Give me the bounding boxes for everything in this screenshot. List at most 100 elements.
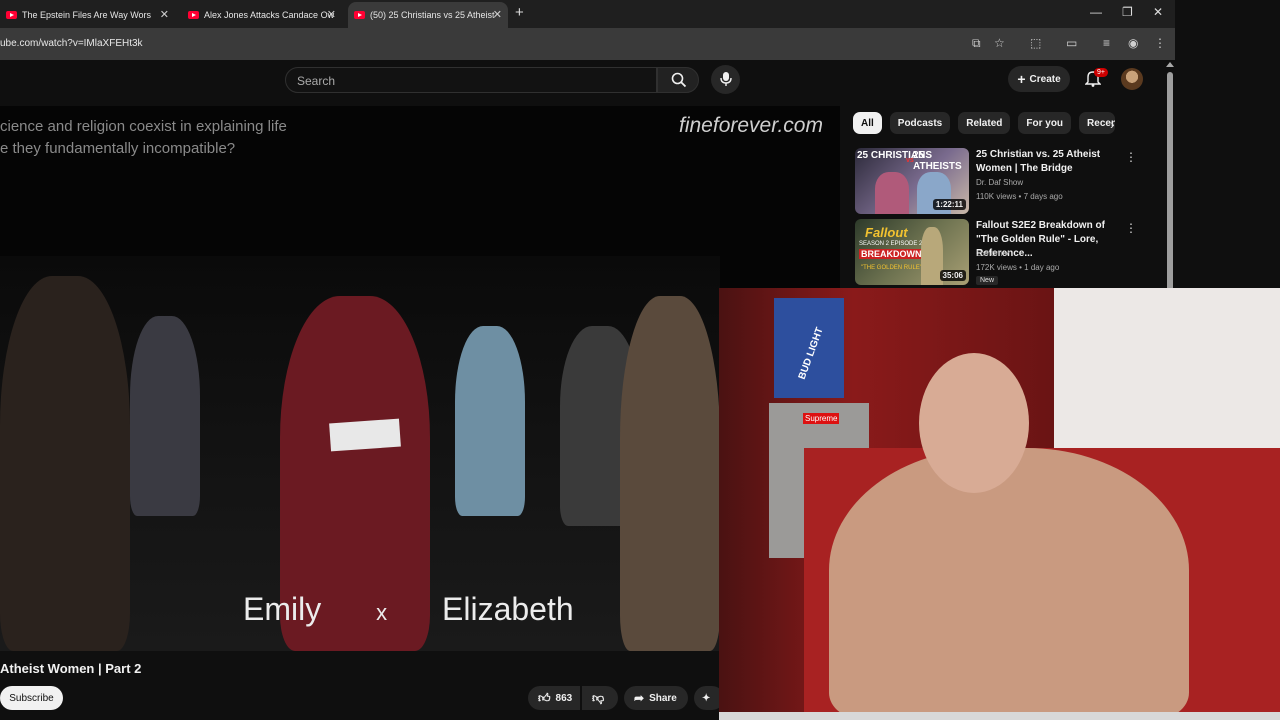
search-placeholder: Search xyxy=(297,74,336,88)
like-count: 863 xyxy=(555,692,573,704)
channel-name-text: Oxhorn xyxy=(976,249,1003,258)
thumbs-down-icon: 👎︎ xyxy=(592,690,605,705)
recommendation-item[interactable]: 25 CHRISTIANS vs 25 ATHEISTS 1:22:11 25 … xyxy=(855,148,1160,216)
tab-title: (50) 25 Christians vs 25 Atheist xyxy=(370,10,495,20)
profile-icon[interactable]: ◉ xyxy=(1128,36,1138,50)
bookmark-star-icon[interactable]: ☆ xyxy=(994,36,1005,50)
video-duration: 1:22:11 xyxy=(932,199,966,210)
tab-title: Alex Jones Attacks Candace Ow xyxy=(204,10,335,20)
account-avatar[interactable] xyxy=(1121,68,1143,90)
address-bar[interactable]: ube.com/watch?v=IMlaXFEHt3k ⧉ ☆ ⬚ ▭ ≡ ◉ … xyxy=(0,28,1175,60)
scene-person xyxy=(620,296,720,651)
fridge-sticker: Supreme xyxy=(803,413,840,424)
channel-name[interactable]: Dr. Daf Show xyxy=(976,178,1023,187)
create-button[interactable]: + Create xyxy=(1008,66,1070,92)
scene-person xyxy=(455,326,525,516)
chevron-right-icon[interactable]: › xyxy=(1110,116,1115,132)
share-arrow-icon: ➦ xyxy=(634,691,645,705)
name-right: Elizabeth xyxy=(442,591,574,627)
browser-tab[interactable]: The Epstein Files Are Way Wors ✕ xyxy=(0,2,175,28)
scroll-up-arrow-icon[interactable] xyxy=(1166,62,1174,67)
tab-close-icon[interactable]: ✕ xyxy=(327,8,336,21)
plus-icon: + xyxy=(1017,71,1026,87)
person-head xyxy=(919,353,1029,493)
browser-tab-active[interactable]: (50) 25 Christians vs 25 Atheist ✕ xyxy=(348,2,508,28)
recommendation-item[interactable]: Fallout SEASON 2 EPISODE 2 BREAKDOWN "TH… xyxy=(855,219,1160,287)
sparkle-icon: ✦ xyxy=(702,692,711,704)
browser-menu-icon[interactable]: ⋮ xyxy=(1154,36,1166,50)
microphone-icon xyxy=(720,72,732,86)
thumbs-up-icon: 👍︎ xyxy=(538,690,551,705)
youtube-favicon-icon xyxy=(354,11,365,19)
frame-bottom-edge xyxy=(719,712,1280,720)
like-button[interactable]: 👍︎ 863 xyxy=(528,686,580,710)
chip-for-you[interactable]: For you xyxy=(1018,112,1072,134)
verified-check-icon: ✔ xyxy=(1004,249,1012,258)
chip-related[interactable]: Related xyxy=(958,112,1011,134)
search-icon xyxy=(671,72,687,88)
filter-chips: All Podcasts Related For you Recen xyxy=(853,112,1116,136)
thumbnail-text: BREAKDOWN xyxy=(859,249,924,259)
sidebar-panel-icon[interactable]: ▭ xyxy=(1066,36,1077,50)
more-options-icon[interactable]: ⋮ xyxy=(1125,221,1137,235)
scrollbar-thumb[interactable] xyxy=(1167,72,1173,292)
page-scrollbar[interactable] xyxy=(1165,60,1175,292)
name-left: Emily xyxy=(243,591,322,627)
browser-tab[interactable]: Alex Jones Attacks Candace Ow ✕ xyxy=(182,2,342,28)
create-label: Create xyxy=(1029,73,1061,85)
channel-name[interactable]: Oxhorn ✔ xyxy=(976,249,1011,258)
install-app-icon[interactable]: ⧉ xyxy=(972,36,981,51)
video-duration: 35:06 xyxy=(939,270,966,281)
browser-tab-bar: The Epstein Files Are Way Wors ✕ Alex Jo… xyxy=(0,0,1175,28)
view-count-and-age: 110K views • 7 days ago xyxy=(976,192,1063,201)
youtube-header: Search + Create 9+ xyxy=(0,60,1165,106)
video-question-overlay: cience and religion coexist in explainin… xyxy=(0,116,287,160)
restore-icon[interactable]: ❐ xyxy=(1122,5,1133,19)
participant-names: Emily x Elizabeth xyxy=(243,591,574,628)
thumbnail-text: 25 ATHEISTS xyxy=(913,150,962,172)
url-text[interactable]: ube.com/watch?v=IMlaXFEHt3k xyxy=(0,38,143,49)
search-input[interactable]: Search xyxy=(285,67,657,93)
video-player[interactable]: cience and religion coexist in explainin… xyxy=(0,106,840,651)
extensions-icon[interactable]: ⬚ xyxy=(1030,36,1041,50)
search-button[interactable] xyxy=(657,67,699,93)
question-line: cience and religion coexist in explainin… xyxy=(0,118,287,135)
window-close-icon[interactable]: ✕ xyxy=(1153,5,1163,19)
beer-box-brand: BUD LIGHT xyxy=(796,326,826,381)
dislike-button[interactable]: 👎︎ xyxy=(582,686,618,710)
notification-count-badge: 9+ xyxy=(1094,68,1108,77)
beer-box: BUD LIGHT xyxy=(774,298,844,398)
thumbnail-text: "THE GOLDEN RULE" xyxy=(861,265,922,271)
youtube-favicon-icon xyxy=(6,11,17,19)
tab-title: The Epstein Files Are Way Wors xyxy=(22,10,152,20)
chip-podcasts[interactable]: Podcasts xyxy=(889,112,951,134)
media-control-icon[interactable]: ≡ xyxy=(1103,36,1110,50)
video-watermark: fineforever.com xyxy=(679,114,823,137)
recommendation-title[interactable]: 25 Christian vs. 25 Atheist Women | The … xyxy=(976,148,1126,176)
webcam-overlay: BUD LIGHT Supreme xyxy=(719,288,1280,720)
thumbnail-text: Fallout xyxy=(865,225,908,240)
video-thumbnail[interactable]: 25 CHRISTIANS vs 25 ATHEISTS 1:22:11 xyxy=(855,148,969,214)
thumbnail-figure xyxy=(875,172,909,214)
tab-close-icon[interactable]: ✕ xyxy=(160,8,169,21)
video-thumbnail[interactable]: Fallout SEASON 2 EPISODE 2 BREAKDOWN "TH… xyxy=(855,219,969,285)
tab-close-icon[interactable]: ✕ xyxy=(493,8,502,21)
new-badge: New xyxy=(976,276,999,285)
subscribe-button[interactable]: Subscribe xyxy=(0,686,63,710)
paper-sheet xyxy=(329,418,401,452)
name-separator: x xyxy=(376,600,388,625)
youtube-favicon-icon xyxy=(188,11,199,19)
person-torso xyxy=(829,448,1189,720)
minimize-icon[interactable]: — xyxy=(1090,5,1102,19)
question-line: e they fundamentally incompatible? xyxy=(0,140,236,157)
scene-person xyxy=(0,276,130,651)
video-title: Atheist Women | Part 2 xyxy=(0,661,142,676)
chip-all[interactable]: All xyxy=(853,112,882,134)
voice-search-button[interactable] xyxy=(711,65,740,94)
scene-person xyxy=(130,316,200,516)
wall xyxy=(1054,288,1280,458)
new-tab-button[interactable]: + xyxy=(515,4,524,21)
more-options-icon[interactable]: ⋮ xyxy=(1125,150,1137,164)
share-label: Share xyxy=(649,692,677,704)
share-button[interactable]: ➦ Share xyxy=(624,686,688,710)
